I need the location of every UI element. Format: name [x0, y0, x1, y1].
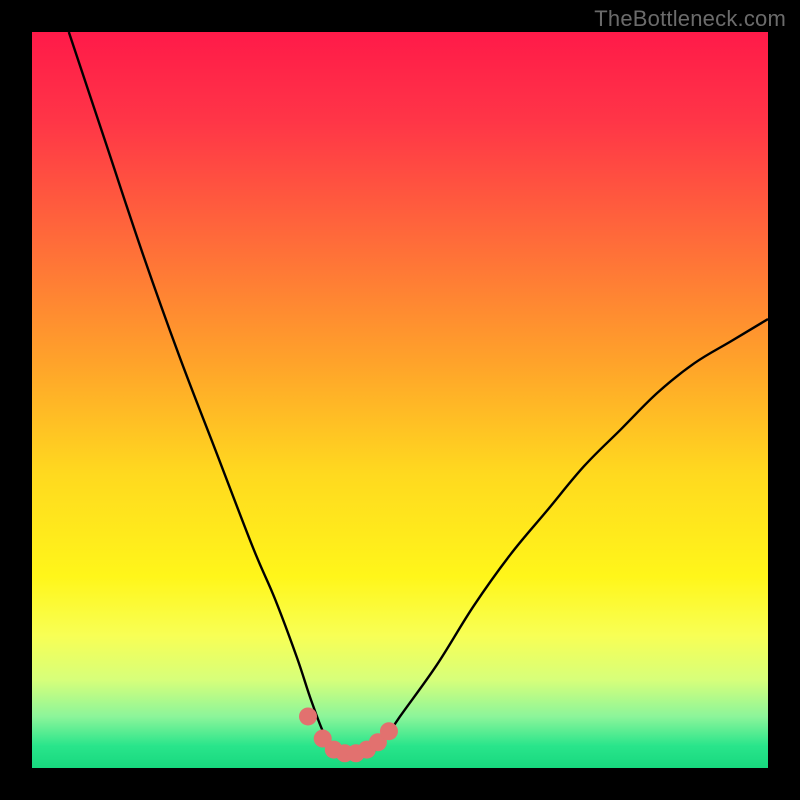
min-marker [380, 722, 398, 740]
min-marker [299, 707, 317, 725]
watermark-text: TheBottleneck.com [594, 6, 786, 32]
chart-frame: TheBottleneck.com [0, 0, 800, 800]
bottleneck-plot [0, 0, 800, 800]
gradient-background [32, 32, 768, 768]
